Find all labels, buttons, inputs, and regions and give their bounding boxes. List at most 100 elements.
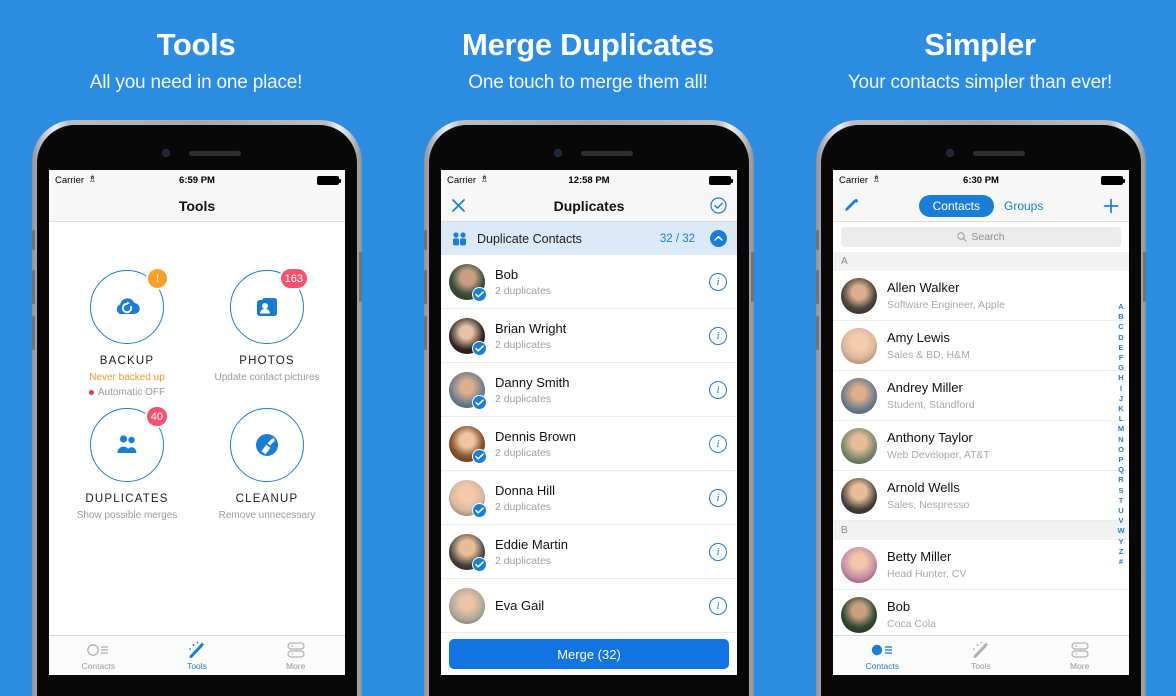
list-item[interactable]: Betty Miller Head Hunter, CV: [833, 540, 1129, 590]
contact-subtitle: 2 duplicates: [495, 284, 552, 297]
table-row[interactable]: Dennis Brown 2 duplicates i: [441, 417, 737, 471]
table-row[interactable]: Donna Hill 2 duplicates i: [441, 471, 737, 525]
row-checked-icon[interactable]: [472, 286, 487, 302]
alphabet-index-letter[interactable]: Q: [1118, 465, 1124, 475]
row-checked-icon[interactable]: [472, 502, 487, 518]
alphabet-index-letter[interactable]: L: [1119, 414, 1124, 424]
table-row[interactable]: Danny Smith 2 duplicates i: [441, 363, 737, 417]
alphabet-index-letter[interactable]: W: [1117, 526, 1124, 536]
list-item[interactable]: Anthony Taylor Web Developer, AT&T: [833, 421, 1129, 471]
volume-down-button[interactable]: [32, 316, 35, 350]
alphabet-index[interactable]: A B C D E F G H I J K L M N O P Q R S T U V W Y Z #: [1115, 302, 1127, 631]
segment-contacts[interactable]: Contacts: [918, 194, 994, 217]
more-stack-icon: [1070, 641, 1090, 659]
table-row[interactable]: Eva Gail i: [441, 579, 737, 633]
tab-tools[interactable]: Tools: [932, 636, 1031, 675]
power-button[interactable]: [359, 252, 362, 302]
list-item[interactable]: Amy Lewis Sales & BD, H&M: [833, 321, 1129, 371]
alphabet-index-letter[interactable]: T: [1119, 496, 1124, 506]
alphabet-index-letter[interactable]: R: [1118, 475, 1123, 485]
search-bar-wrap: Search: [833, 222, 1129, 252]
power-button[interactable]: [1143, 252, 1146, 302]
info-icon[interactable]: i: [709, 434, 727, 453]
contact-name: Betty Miller: [887, 549, 952, 564]
tab-contacts[interactable]: Contacts: [49, 636, 148, 675]
info-icon[interactable]: i: [709, 488, 727, 507]
list-item[interactable]: Allen Walker Software Engineer, Apple: [833, 271, 1129, 321]
contact-subtitle: Sales, Nespresso: [887, 499, 970, 511]
silent-switch[interactable]: [424, 230, 427, 250]
alphabet-index-letter[interactable]: S: [1118, 486, 1123, 496]
alphabet-index-letter[interactable]: P: [1118, 455, 1123, 465]
info-icon[interactable]: i: [709, 272, 727, 291]
info-icon[interactable]: i: [709, 380, 727, 399]
close-button[interactable]: [451, 198, 466, 213]
tab-tools[interactable]: Tools: [148, 636, 247, 675]
front-camera-icon: [162, 149, 170, 157]
alphabet-index-letter[interactable]: G: [1118, 363, 1124, 373]
contact-subtitle: Software Engineer, Apple: [887, 299, 1005, 311]
alphabet-index-letter[interactable]: Z: [1119, 547, 1124, 557]
row-checked-icon[interactable]: [472, 340, 487, 356]
row-checked-icon[interactable]: [472, 394, 487, 410]
volume-up-button[interactable]: [816, 270, 819, 304]
alphabet-index-letter[interactable]: K: [1118, 404, 1123, 414]
tool-backup[interactable]: ! BACKUP Never backed up Automatic OFF: [57, 267, 197, 398]
tool-ring: 40: [90, 405, 169, 482]
alphabet-index-letter[interactable]: J: [1119, 394, 1123, 404]
alphabet-index-letter[interactable]: B: [1118, 312, 1123, 322]
alphabet-index-letter[interactable]: A: [1118, 302, 1123, 312]
alphabet-index-letter[interactable]: U: [1118, 506, 1123, 516]
tool-photos[interactable]: 163 PHOTOS Update contact pictures: [197, 267, 337, 398]
add-contact-button[interactable]: [1103, 198, 1119, 214]
avatar: [841, 546, 877, 583]
alphabet-index-letter[interactable]: E: [1118, 343, 1123, 353]
alphabet-index-letter[interactable]: C: [1118, 322, 1123, 332]
power-button[interactable]: [751, 252, 754, 302]
alphabet-index-letter[interactable]: Y: [1118, 537, 1123, 547]
volume-down-button[interactable]: [424, 316, 427, 350]
alphabet-index-letter[interactable]: V: [1118, 516, 1123, 526]
row-text: Donna Hill 2 duplicates: [495, 483, 699, 513]
silent-switch[interactable]: [816, 230, 819, 250]
contact-name: Brian Wright: [495, 320, 567, 336]
list-item[interactable]: Bob Coca Cola: [833, 590, 1129, 635]
merge-button[interactable]: Merge (32): [449, 639, 729, 669]
list-item[interactable]: Andrey Miller Student, Standford: [833, 371, 1129, 421]
volume-down-button[interactable]: [816, 316, 819, 350]
table-row[interactable]: Eddie Martin 2 duplicates i: [441, 525, 737, 579]
search-placeholder: Search: [971, 231, 1005, 243]
section-header-duplicate-contacts[interactable]: Duplicate Contacts 32 / 32: [441, 222, 737, 255]
edit-button[interactable]: [843, 198, 859, 214]
alphabet-index-letter[interactable]: O: [1118, 445, 1124, 455]
alphabet-index-letter[interactable]: F: [1119, 353, 1124, 363]
tool-duplicates[interactable]: 40 DUPLICATES Show possible merges: [57, 405, 197, 521]
chevron-up-icon[interactable]: [710, 230, 727, 247]
avatar-wrap: [449, 263, 487, 302]
alphabet-index-letter[interactable]: N: [1118, 435, 1123, 445]
table-row[interactable]: Bob 2 duplicates i: [441, 255, 737, 309]
silent-switch[interactable]: [32, 230, 35, 250]
tab-contacts[interactable]: Contacts: [833, 636, 932, 675]
search-input[interactable]: Search: [841, 227, 1121, 247]
info-icon[interactable]: i: [709, 596, 727, 615]
volume-up-button[interactable]: [32, 270, 35, 304]
list-item[interactable]: Arnold Wells Sales, Nespresso: [833, 471, 1129, 521]
tab-more[interactable]: More: [246, 636, 345, 675]
alphabet-index-letter[interactable]: #: [1119, 557, 1123, 567]
alphabet-index-letter[interactable]: M: [1118, 424, 1124, 434]
segment-groups[interactable]: Groups: [1004, 199, 1043, 213]
alphabet-index-letter[interactable]: I: [1120, 384, 1122, 394]
tool-ring: [230, 408, 304, 482]
tool-cleanup[interactable]: CLEANUP Remove unnecessary: [197, 408, 337, 521]
row-checked-icon[interactable]: [472, 448, 487, 464]
table-row[interactable]: Brian Wright 2 duplicates i: [441, 309, 737, 363]
select-all-button[interactable]: [710, 197, 727, 214]
alphabet-index-letter[interactable]: H: [1118, 373, 1123, 383]
alphabet-index-letter[interactable]: D: [1118, 333, 1123, 343]
info-icon[interactable]: i: [709, 542, 727, 561]
info-icon[interactable]: i: [709, 326, 727, 345]
volume-up-button[interactable]: [424, 270, 427, 304]
row-checked-icon[interactable]: [472, 556, 487, 572]
tab-more[interactable]: More: [1030, 636, 1129, 675]
